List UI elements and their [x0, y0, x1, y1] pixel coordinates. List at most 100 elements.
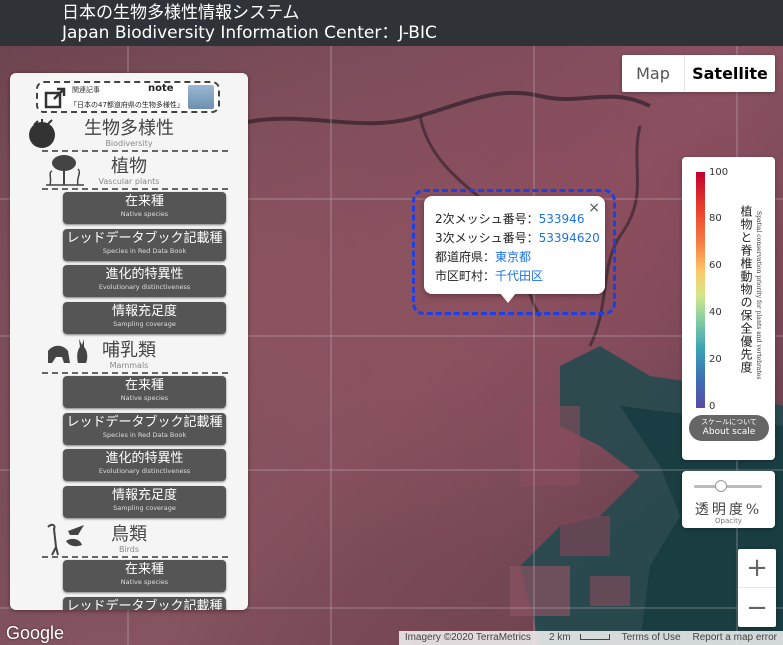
button-label-en: Native species — [120, 394, 169, 402]
legend-tick: 40 — [709, 307, 722, 318]
section-plants: 植物 Vascular plants — [10, 156, 248, 190]
button-label-jp: 情報充足度 — [111, 488, 177, 503]
button-label-en: Sampling coverage — [113, 504, 176, 512]
opacity-label-en: Opacity — [715, 517, 742, 525]
popup-close-button[interactable]: × — [588, 200, 600, 216]
zoom-out-button[interactable]: − — [738, 588, 776, 627]
app-title-en: Japan Biodiversity Information Center：J-… — [62, 23, 437, 43]
map-attribution-bar: Imagery ©2020 TerraMetrics 2 km Terms of… — [398, 631, 783, 645]
popup-row-municipality: 市区町村：千代田区 — [435, 267, 605, 286]
terms-link[interactable]: Terms of Use — [616, 631, 687, 645]
birds-redlist-button[interactable]: レッドデータブック記載種 Species in Red Data Book — [63, 597, 226, 610]
scale-label: 2 km — [548, 632, 571, 643]
imagery-credit: Imagery ©2020 TerraMetrics — [404, 632, 531, 643]
section-mammals: 哺乳類 Mammals — [10, 341, 248, 374]
legend-tick: 100 — [709, 167, 729, 178]
button-label-en: Evolutionary distinctiveness — [98, 467, 191, 475]
row-value-link[interactable]: 千代田区 — [495, 269, 543, 283]
app-header: 日本の生物多様性情報システム Japan Biodiversity Inform… — [0, 0, 783, 46]
priority-legend: 100 80 60 40 20 0 植物と脊椎動物の保全優先度 Spatial … — [682, 157, 775, 460]
mammals-native-button[interactable]: 在来種 Native species — [63, 376, 226, 408]
section-title-en: Birds — [118, 545, 140, 554]
legend-tick: 60 — [709, 260, 722, 271]
section-divider — [42, 372, 228, 374]
section-title-jp: 植物 — [111, 156, 147, 177]
opacity-slider-track[interactable] — [694, 485, 762, 488]
row-label: 3次メッシュ番号： — [435, 231, 539, 245]
external-link-icon — [44, 87, 66, 109]
plants-redlist-button[interactable]: レッドデータブック記載種 Species in Red Data Book — [63, 229, 226, 261]
map-type-satellite-button[interactable]: Satellite — [685, 55, 775, 92]
zoom-control: + − — [738, 549, 776, 627]
row-label: 都道府県： — [435, 250, 496, 264]
scale-bar — [579, 634, 610, 641]
mammals-redlist-button[interactable]: レッドデータブック記載種 Species in Red Data Book — [63, 413, 226, 445]
row-value-link[interactable]: 533946 — [539, 212, 585, 226]
section-divider — [42, 150, 228, 152]
row-value-link[interactable]: 53394620 — [539, 231, 600, 245]
section-title-en: Mammals — [109, 361, 149, 370]
google-logo: Google — [6, 623, 65, 643]
section-title-en: Biodiversity — [105, 139, 153, 148]
section-title-en: Vascular plants — [98, 177, 160, 186]
opacity-slider-handle[interactable] — [715, 480, 727, 492]
app-title-jp: 日本の生物多様性情報システム — [62, 3, 300, 23]
button-label-jp: レッドデータブック記載種 — [66, 231, 223, 246]
banner-article-title: 「日本の47都道府県の生物多様性」 — [70, 101, 184, 109]
popup-row-mesh2: 2次メッシュ番号：533946 — [435, 210, 605, 229]
opacity-label-jp: 透明度% — [694, 502, 763, 518]
mammals-sampling-button[interactable]: 情報充足度 Sampling coverage — [63, 486, 226, 518]
section-title-jp: 鳥類 — [111, 524, 147, 545]
map-type-toggle: Map Satellite — [622, 55, 775, 92]
button-label-en: Species in Red Data Book — [102, 247, 187, 255]
note-article-banner[interactable]: 関連記事 note 「日本の47都道府県の生物多様性」 — [36, 81, 220, 113]
article-thumbnail — [188, 85, 214, 109]
button-label-en: Sampling coverage — [113, 320, 176, 328]
legend-title-jp: 植物と脊椎動物の保全優先度 — [739, 205, 753, 374]
popup-row-mesh3: 3次メッシュ番号：53394620 — [435, 229, 605, 248]
legend-tick: 0 — [709, 401, 716, 412]
row-value-link[interactable]: 東京都 — [495, 250, 531, 264]
section-divider — [42, 556, 228, 558]
button-label-jp: 在来種 — [124, 194, 164, 209]
button-label-jp: 進化的特異性 — [105, 451, 184, 466]
about-scale-en: About scale — [702, 427, 756, 437]
button-label-en: Species in Red Data Book — [102, 431, 187, 439]
button-label-en: Native species — [120, 210, 169, 218]
scale-indicator[interactable]: 2 km — [537, 631, 616, 645]
layer-panel[interactable]: 関連記事 note 「日本の47都道府県の生物多様性」 生物多様性 Biodiv… — [10, 73, 248, 610]
report-error-link[interactable]: Report a map error — [687, 631, 783, 645]
button-label-jp: レッドデータブック記載種 — [66, 415, 223, 430]
banner-label: 関連記事 — [72, 86, 100, 94]
legend-title-en: Spatial conservation priority for plants… — [755, 211, 762, 380]
button-label-jp: 在来種 — [124, 562, 164, 577]
opacity-control: 透明度% Opacity — [682, 471, 775, 528]
section-birds: 鳥類 Birds — [10, 524, 248, 558]
row-label: 2次メッシュ番号： — [435, 212, 539, 226]
popup-pointer — [500, 293, 516, 303]
button-label-en: Evolutionary distinctiveness — [98, 283, 191, 291]
row-label: 市区町村： — [435, 269, 496, 283]
button-label-jp: 情報充足度 — [111, 304, 177, 319]
plants-evolutionary-button[interactable]: 進化的特異性 Evolutionary distinctiveness — [63, 265, 226, 297]
button-label-jp: 進化的特異性 — [105, 267, 184, 282]
button-label-jp: 在来種 — [124, 378, 164, 393]
mesh-info-popup: × 2次メッシュ番号：533946 3次メッシュ番号：53394620 都道府県… — [424, 196, 605, 294]
popup-row-prefecture: 都道府県：東京都 — [435, 248, 605, 267]
map-type-map-button[interactable]: Map — [622, 55, 685, 92]
section-title-jp: 生物多様性 — [84, 118, 174, 139]
color-scale-bar — [696, 172, 705, 408]
button-label-jp: レッドデータブック記載種 — [66, 599, 223, 610]
note-logo: note — [148, 83, 174, 94]
button-label-en: Native species — [120, 578, 169, 586]
legend-tick: 20 — [709, 354, 722, 365]
zoom-in-button[interactable]: + — [738, 549, 776, 588]
about-scale-jp: スケールについて — [701, 418, 757, 426]
plants-sampling-button[interactable]: 情報充足度 Sampling coverage — [63, 302, 226, 334]
about-scale-button[interactable]: スケールについて About scale — [689, 415, 769, 441]
mammals-evolutionary-button[interactable]: 進化的特異性 Evolutionary distinctiveness — [63, 449, 226, 481]
section-divider — [42, 188, 228, 190]
plants-native-button[interactable]: 在来種 Native species — [63, 192, 226, 224]
section-biodiversity: 生物多様性 Biodiversity — [10, 118, 248, 152]
birds-native-button[interactable]: 在来種 Native species — [63, 560, 226, 592]
